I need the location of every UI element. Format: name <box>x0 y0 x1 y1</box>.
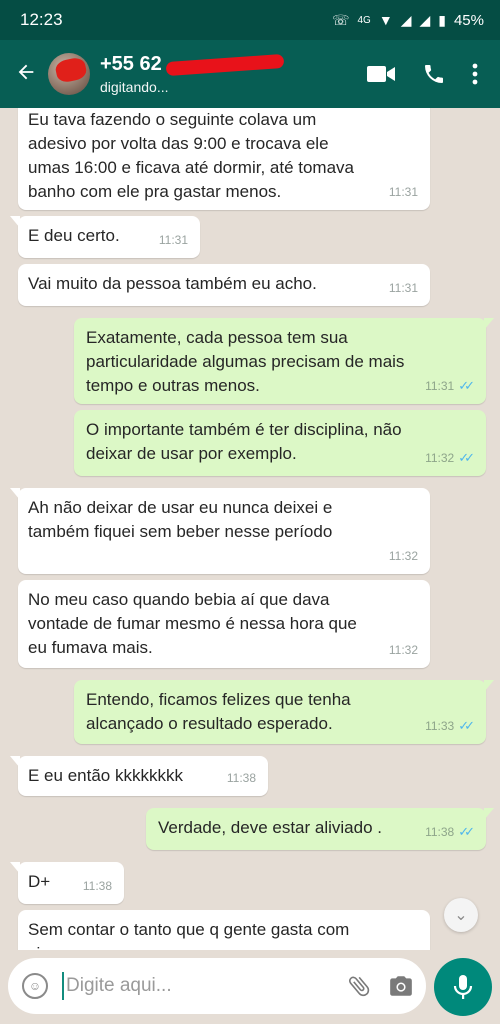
message-outgoing[interactable]: Exatamente, cada pessoa tem sua particul… <box>74 318 494 404</box>
message-incoming[interactable]: Vai muito da pessoa também eu acho. 11:3… <box>18 264 430 306</box>
emoji-icon[interactable]: ☺ <box>22 973 48 999</box>
message-text: Eu tava fazendo o seguinte colava um ade… <box>28 110 355 201</box>
back-arrow-icon[interactable] <box>8 59 44 90</box>
scroll-down-button[interactable]: ⌄ <box>444 898 478 932</box>
mic-icon <box>453 975 473 999</box>
signal-icon: ◢ <box>400 11 412 28</box>
message-text: Entendo, ficamos felizes que tenha alcan… <box>86 690 351 733</box>
status-time: 12:23 <box>20 10 63 29</box>
signal-2-icon: ◢ <box>419 11 431 28</box>
message-text: Exatamente, cada pessoa tem sua particul… <box>86 328 405 395</box>
redaction-mark <box>165 53 285 76</box>
message-time: 11:32 <box>388 549 418 563</box>
message-meta: 11:31 ✓✓ <box>425 374 475 398</box>
read-ticks-icon: ✓✓ <box>458 824 475 839</box>
more-vert-icon[interactable] <box>472 63 478 85</box>
message-input[interactable] <box>62 972 330 1000</box>
message-time: 11:32 <box>388 643 418 657</box>
message-time: 11:33 <box>425 719 455 733</box>
message-text: Verdade, deve estar aliviado . <box>158 818 382 837</box>
message-text: Vai muito da pessoa também eu acho. <box>28 274 317 293</box>
message-incoming[interactable]: E deu certo. 11:31 <box>10 216 200 258</box>
contact-name: +55 62 <box>100 53 366 76</box>
message-incoming[interactable]: No meu caso quando bebia aí que dava von… <box>18 580 430 668</box>
read-ticks-icon: ✓✓ <box>458 718 475 733</box>
status-icons: ☏ 4G ▼ ◢ ◢ ▮ 45% <box>332 12 484 29</box>
contact-info[interactable]: +55 62 digitando... <box>100 53 366 95</box>
battery-icon: ▮ <box>438 11 446 28</box>
message-incoming[interactable]: Eu tava fazendo o seguinte colava um ade… <box>18 108 430 210</box>
camera-icon[interactable] <box>388 974 414 998</box>
message-text: Ah não deixar de usar eu nunca deixei e … <box>28 498 333 541</box>
message-time: 11:31 <box>388 281 418 295</box>
message-outgoing[interactable]: O importante também é ter disciplina, nã… <box>74 410 486 476</box>
message-incoming[interactable]: D+ 11:38 <box>10 862 124 904</box>
battery-percent: 45% <box>453 11 484 29</box>
network-label: 4G <box>357 14 371 26</box>
message-text: O importante também é ter disciplina, nã… <box>86 420 402 463</box>
read-ticks-icon: ✓✓ <box>458 378 475 393</box>
message-text: Sem contar o tanto que q gente gasta com… <box>28 920 350 950</box>
contact-name-text: +55 62 <box>100 53 162 75</box>
message-time: 11:31 <box>425 379 455 393</box>
message-text: No meu caso quando bebia aí que dava von… <box>28 590 357 657</box>
phone-icon[interactable] <box>422 62 446 86</box>
attach-icon[interactable] <box>346 973 372 999</box>
message-list[interactable]: Eu tava fazendo o seguinte colava um ade… <box>0 108 500 950</box>
message-time: 11:32 <box>425 451 455 465</box>
message-text: E eu então kkkkkkkk <box>28 766 183 785</box>
message-meta: 11:33 ✓✓ <box>425 714 475 738</box>
mic-button[interactable] <box>434 958 492 1016</box>
read-ticks-icon: ✓✓ <box>458 450 475 465</box>
hotspot-icon: ☏ <box>331 11 350 28</box>
header-actions <box>366 62 478 86</box>
message-outgoing[interactable]: Verdade, deve estar aliviado . 11:38 ✓✓ <box>146 808 494 850</box>
message-text: E deu certo. <box>28 226 120 245</box>
contact-status: digitando... <box>100 79 169 95</box>
message-text: D+ <box>28 872 51 891</box>
message-time: 11:38 <box>82 879 112 893</box>
message-incoming[interactable]: Ah não deixar de usar eu nunca deixei e … <box>10 488 430 574</box>
video-call-icon[interactable] <box>366 63 396 85</box>
message-meta: 11:38 ✓✓ <box>425 820 475 844</box>
message-meta: 11:32 ✓✓ <box>425 446 475 470</box>
message-incoming[interactable]: Sem contar o tanto que q gente gasta com… <box>18 910 430 950</box>
avatar[interactable] <box>48 53 90 95</box>
message-outgoing[interactable]: Entendo, ficamos felizes que tenha alcan… <box>74 680 494 744</box>
message-time: 11:31 <box>158 233 188 247</box>
compose-bar: ☺ <box>8 958 426 1014</box>
chevron-down-icon: ⌄ <box>454 907 468 924</box>
message-time: 11:38 <box>425 825 455 839</box>
wifi-icon: ▼ <box>378 12 393 28</box>
message-time: 11:38 <box>226 771 256 785</box>
status-bar: 12:23 ☏ 4G ▼ ◢ ◢ ▮ 45% <box>0 0 500 40</box>
chat-header: +55 62 digitando... <box>0 40 500 108</box>
message-incoming[interactable]: E eu então kkkkkkkk 11:38 <box>10 756 268 796</box>
message-time: 11:31 <box>388 185 418 199</box>
